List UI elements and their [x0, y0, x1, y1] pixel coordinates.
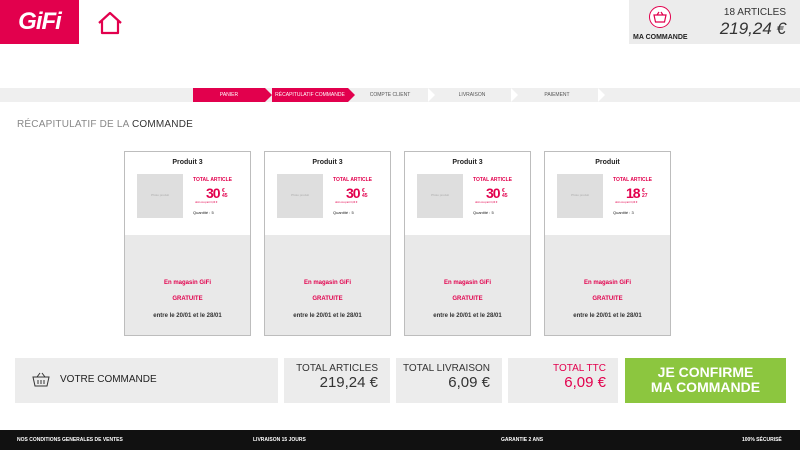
cart-label: MA COMMANDE: [633, 34, 688, 41]
total-ttc-label: TOTAL TTC: [553, 363, 606, 374]
delivery-store: En magasin GiFi: [303, 280, 351, 286]
step-label: RÉCAPITULATIF COMMANDE: [275, 92, 345, 98]
confirm-line-1: JE CONFIRME: [657, 364, 754, 380]
delivery-free: GRATUITE: [592, 296, 623, 302]
total-articles-label: TOTAL ARTICLES: [296, 363, 378, 374]
total-delivery-value: 6,09 €: [448, 374, 490, 391]
total-article-label: TOTAL ARTICLE: [333, 177, 372, 183]
confirm-order-button[interactable]: JE CONFIRME MA COMMANDE: [625, 358, 786, 403]
product-name: Produit 3: [452, 159, 483, 166]
product-name: Produit 3: [312, 159, 343, 166]
price-decimal: €45: [362, 189, 368, 199]
page-title-light: RÉCAPITULATIF DE LA: [17, 119, 129, 130]
price-integer: 18: [626, 185, 641, 201]
step-label: PAIEMENT: [544, 92, 570, 98]
product-image-text: Photo produit: [291, 193, 309, 197]
footer-secure: 100% SÉCURISÉ: [742, 437, 782, 443]
total-ttc-value: 6,09 €: [564, 374, 606, 391]
product-card[interactable]: Produit 3 Photo produit TOTAL ARTICLE 30…: [124, 151, 251, 336]
total-articles-box: TOTAL ARTICLES 219,24 €: [284, 358, 390, 403]
product-image-text: Photo produit: [151, 193, 169, 197]
delivery-dates: entre le 20/01 et le 28/01: [153, 313, 222, 319]
footer: NOS CONDITIONS GENERALES DE VENTES LIVRA…: [0, 430, 800, 450]
delivery-dates: entre le 20/01 et le 28/01: [433, 313, 502, 319]
delivery-free: GRATUITE: [172, 296, 203, 302]
cart-article-count: 18 ARTICLES: [723, 7, 786, 18]
step-livraison[interactable]: LIVRAISON: [433, 88, 518, 102]
step-label: COMPTE CLIENT: [369, 92, 411, 98]
product-quantity: Quantité : 3: [613, 210, 634, 215]
delivery-store: En magasin GiFi: [443, 280, 491, 286]
product-name: Produit: [595, 159, 620, 166]
eco-part: dont éco-part 0,09 €: [335, 201, 358, 204]
delivery-dates: entre le 20/01 et le 28/01: [293, 313, 362, 319]
footer-conditions-link[interactable]: NOS CONDITIONS GENERALES DE VENTES: [17, 437, 123, 443]
product-image: Photo produit: [277, 174, 323, 218]
price-cents: 45: [222, 193, 228, 199]
eco-part: dont éco-part 0,09 €: [475, 201, 498, 204]
basket-icon: [32, 372, 50, 387]
footer-warranty: GARANTIE 2 ANS: [501, 437, 544, 443]
total-article-label: TOTAL ARTICLE: [613, 177, 652, 183]
home-icon[interactable]: [97, 11, 123, 35]
cart-summary[interactable]: MA COMMANDE 18 ARTICLES 219,24 €: [629, 0, 800, 44]
price-cents: 27: [642, 193, 648, 199]
total-article-label: TOTAL ARTICLE: [473, 177, 512, 183]
basket-icon: [649, 6, 671, 28]
delivery-store: En magasin GiFi: [583, 280, 631, 286]
cart-total: 219,24 €: [719, 19, 786, 38]
price-integer: 30: [206, 185, 221, 201]
product-image-text: Photo produit: [431, 193, 449, 197]
price-cents: 45: [362, 193, 368, 199]
price-integer: 30: [486, 185, 501, 201]
delivery-free: GRATUITE: [312, 296, 343, 302]
order-summary-label: VOTRE COMMANDE: [60, 374, 157, 385]
product-image-text: Photo produit: [571, 193, 589, 197]
order-summary-toggle[interactable]: VOTRE COMMANDE: [15, 358, 278, 403]
step-recapitulatif[interactable]: RÉCAPITULATIF COMMANDE: [272, 88, 355, 102]
product-quantity: Quantité : 5: [193, 210, 214, 215]
total-article-label: TOTAL ARTICLE: [193, 177, 232, 183]
step-panier[interactable]: PANIER: [193, 88, 272, 102]
page-title-dark: COMMANDE: [131, 119, 194, 130]
gifi-logo[interactable]: GiFi: [0, 0, 79, 44]
product-image: Photo produit: [417, 174, 463, 218]
delivery-store: En magasin GiFi: [163, 280, 211, 286]
eco-part: dont éco-part 0,09 €: [195, 201, 218, 204]
logo-text: GiFi: [18, 8, 62, 35]
product-name: Produit 3: [172, 159, 203, 166]
page-title: RÉCAPITULATIF DE LA COMMANDE: [17, 119, 193, 130]
delivery-free: GRATUITE: [452, 296, 483, 302]
price-cents: 45: [502, 193, 508, 199]
product-quantity: Quantité : 5: [473, 210, 494, 215]
price-integer: 30: [346, 185, 361, 201]
eco-part: dont éco-part 0,09 €: [615, 201, 638, 204]
total-delivery-box: TOTAL LIVRAISON 6,09 €: [396, 358, 502, 403]
total-delivery-label: TOTAL LIVRAISON: [402, 363, 490, 374]
footer-delivery: LIVRAISON 15 JOURS: [253, 437, 306, 443]
product-image: Photo produit: [557, 174, 603, 218]
step-paiement[interactable]: PAIEMENT: [516, 88, 605, 102]
total-ttc-box: TOTAL TTC 6,09 €: [508, 358, 618, 403]
total-articles-value: 219,24 €: [319, 374, 378, 391]
confirm-line-2: MA COMMANDE: [650, 379, 761, 395]
step-label: LIVRAISON: [458, 92, 486, 98]
product-card[interactable]: Produit 3 Photo produit TOTAL ARTICLE 30…: [264, 151, 391, 336]
price-decimal: €27: [642, 189, 648, 199]
product-image: Photo produit: [137, 174, 183, 218]
delivery-dates: entre le 20/01 et le 28/01: [573, 313, 642, 319]
product-card[interactable]: Produit Photo produit TOTAL ARTICLE 18 €…: [544, 151, 671, 336]
product-quantity: Quantité : 5: [333, 210, 354, 215]
step-compte-client[interactable]: COMPTE CLIENT: [352, 88, 435, 102]
price-decimal: €45: [502, 189, 508, 199]
price-decimal: €45: [222, 189, 228, 199]
step-label: PANIER: [219, 92, 239, 98]
product-card[interactable]: Produit 3 Photo produit TOTAL ARTICLE 30…: [404, 151, 531, 336]
